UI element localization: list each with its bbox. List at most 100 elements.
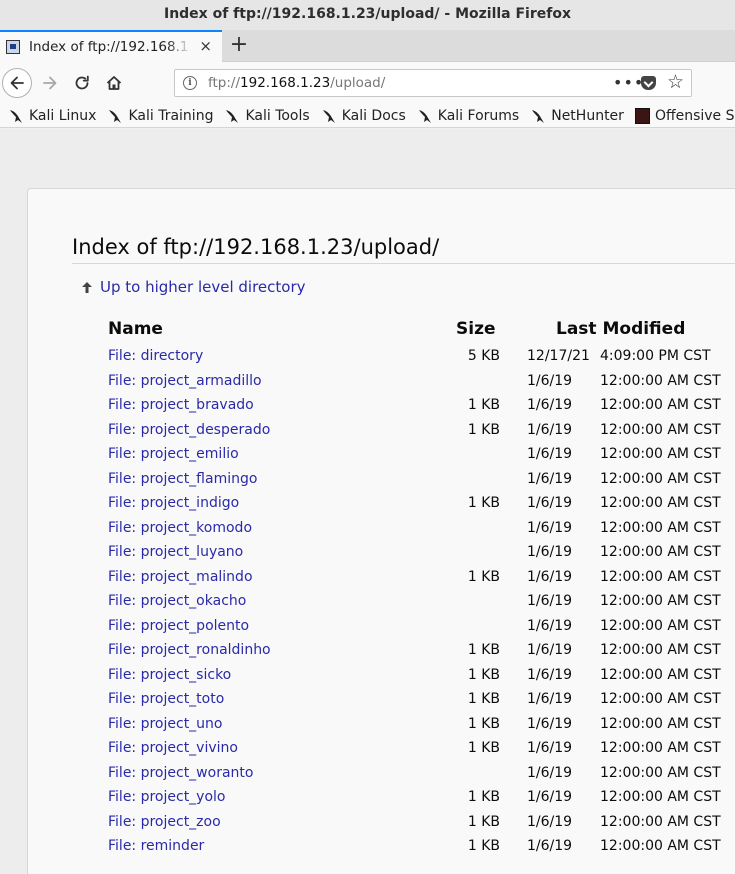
file-row: File: project_malindo 1 KB 1/6/19 12:00:00 … xyxy=(28,567,735,592)
file-date: 1/6/19 xyxy=(527,715,573,732)
page-actions-icon[interactable]: ••• xyxy=(613,73,644,92)
back-button[interactable] xyxy=(2,68,32,98)
file-link[interactable]: File: directory xyxy=(108,348,203,364)
file-date: 1/6/19 xyxy=(527,789,573,805)
file-link[interactable]: File: project_zoo xyxy=(108,814,221,830)
file-row: File: project_desperado 1 KB 1/6/19 12:00:0… xyxy=(28,420,735,445)
file-link[interactable]: File: project_yolo xyxy=(108,789,226,805)
column-header-size[interactable]: Size xyxy=(456,319,496,339)
file-row: File: project_okacho 1/6/19 12:00:00 AM CS… xyxy=(28,591,735,616)
file-size: 1 KB xyxy=(467,789,500,805)
heading-divider xyxy=(72,263,735,264)
bookmark-kali-tools[interactable]: Kali Tools xyxy=(224,108,310,124)
file-link[interactable]: File: project_armadillo xyxy=(108,373,262,389)
up-arrow-icon xyxy=(82,281,92,293)
bookmarks-toolbar: Kali Linux Kali Training Kali Tools Kali… xyxy=(0,104,735,128)
file-link[interactable]: File: project_desperado xyxy=(108,422,270,438)
directory-listing-card: Index of ftp://192.168.1.23/upload/ Up t… xyxy=(27,188,735,874)
forward-button[interactable] xyxy=(35,68,65,98)
file-size: 1 KB xyxy=(467,666,500,683)
file-time: 12:00:00 AM CST xyxy=(600,789,721,805)
file-row: File: project_woranto 1/6/19 12:00:00 AM C… xyxy=(28,763,735,788)
file-row: File: project_armadillo 1/6/19 12:00:00 AM… xyxy=(28,371,735,396)
window-title: Index of ftp://192.168.1.23/upload/ - Mo… xyxy=(0,0,735,30)
tab-ftp-upload[interactable]: Index of ftp://192.168.1.23/upload/ × xyxy=(0,30,222,62)
file-size: 1 KB xyxy=(467,421,500,438)
file-time: 12:00:00 AM CST xyxy=(600,666,721,683)
file-row: File: project_sicko 1 KB 1/6/19 12:00:00 AM… xyxy=(28,665,735,690)
file-link[interactable]: File: project_emilio xyxy=(108,446,239,462)
new-tab-button[interactable]: + xyxy=(228,31,250,61)
file-time: 12:00:00 AM CST xyxy=(600,519,721,536)
bookmark-kali-linux[interactable]: Kali Linux xyxy=(8,108,96,124)
file-row: File: project_luyano 1/6/19 12:00:00 AM CS… xyxy=(28,542,735,567)
file-time: 12:00:00 AM CST xyxy=(600,617,721,634)
file-link[interactable]: File: reminder xyxy=(108,838,204,854)
bookmark-kali-training[interactable]: Kali Training xyxy=(107,108,213,124)
url-text[interactable]: ftp://192.168.1.23/upload/ xyxy=(208,75,385,91)
reload-icon xyxy=(75,75,89,90)
file-link[interactable]: File: project_indigo xyxy=(108,495,239,511)
file-size: 1 KB xyxy=(467,642,500,658)
file-date: 1/6/19 xyxy=(527,740,573,756)
file-size: 1 KB xyxy=(467,397,500,413)
bookmark-offensive-security[interactable]: Offensive Security xyxy=(634,107,735,124)
file-link[interactable]: File: project_ronaldinho xyxy=(108,642,271,658)
file-size: 1 KB xyxy=(467,495,500,511)
file-row: File: directory 5 KB 12/17/21 4:09:00 PM CS… xyxy=(28,346,735,371)
file-time: 12:00:00 AM CST xyxy=(600,372,721,389)
file-time: 12:00:00 AM CST xyxy=(600,593,721,609)
file-date: 12/17/21 xyxy=(527,348,590,364)
file-size: 1 KB xyxy=(467,813,500,830)
url-bar[interactable]: i ftp://192.168.1.23/upload/ ••• ☆ xyxy=(174,69,692,97)
file-date: 1/6/19 xyxy=(527,470,573,487)
file-row: File: project_polento 1/6/19 12:00:00 AM C… xyxy=(28,616,735,641)
file-link[interactable]: File: project_sicko xyxy=(108,667,231,683)
file-link[interactable]: File: project_woranto xyxy=(108,765,253,781)
file-link[interactable]: File: project_toto xyxy=(108,691,224,707)
file-link[interactable]: File: project_flamingo xyxy=(108,471,257,487)
home-button[interactable] xyxy=(99,68,129,98)
site-info-icon[interactable]: i xyxy=(183,76,197,90)
pocket-icon[interactable] xyxy=(641,76,656,90)
file-time: 12:00:00 AM CST xyxy=(600,838,721,854)
bookmark-nethunter[interactable]: NetHunter xyxy=(530,108,624,124)
file-link[interactable]: File: project_uno xyxy=(108,716,223,732)
kali-dragon-icon xyxy=(418,109,431,123)
file-date: 1/6/19 xyxy=(527,691,573,707)
file-row: File: project_ronaldinho 1 KB 1/6/19 12:00:… xyxy=(28,640,735,665)
navigation-toolbar: i ftp://192.168.1.23/upload/ ••• ☆ xyxy=(0,62,735,104)
up-directory-link[interactable]: Up to higher level directory xyxy=(82,278,306,296)
file-time: 12:00:00 AM CST xyxy=(600,740,721,756)
file-link[interactable]: File: project_bravado xyxy=(108,397,254,413)
bookmark-kali-docs[interactable]: Kali Docs xyxy=(321,108,406,124)
file-link[interactable]: File: project_komodo xyxy=(108,520,252,536)
file-row: File: project_flamingo 1/6/19 12:00:00 AM … xyxy=(28,469,735,494)
close-tab-icon[interactable]: × xyxy=(199,37,212,55)
file-link[interactable]: File: project_vivino xyxy=(108,740,238,756)
file-time: 12:00:00 AM CST xyxy=(600,470,721,487)
file-link[interactable]: File: project_luyano xyxy=(108,544,243,560)
file-time: 12:00:00 AM CST xyxy=(600,813,721,830)
file-link[interactable]: File: project_okacho xyxy=(108,593,246,609)
file-row: File: project_yolo 1 KB 1/6/19 12:00:00 AM … xyxy=(28,787,735,812)
file-date: 1/6/19 xyxy=(527,372,573,389)
column-header-last-modified[interactable]: Last Modified xyxy=(556,319,685,339)
file-time: 12:00:00 AM CST xyxy=(600,691,721,707)
file-row: File: project_bravado 1 KB 1/6/19 12:00:00 … xyxy=(28,395,735,420)
file-date: 1/6/19 xyxy=(527,666,573,683)
column-header-name[interactable]: Name xyxy=(108,319,163,339)
file-time: 12:00:00 AM CST xyxy=(600,495,721,511)
file-time: 12:00:00 AM CST xyxy=(600,715,721,732)
file-time: 4:09:00 PM CST xyxy=(600,348,711,364)
file-link[interactable]: File: project_malindo xyxy=(108,569,253,585)
file-size: 1 KB xyxy=(467,691,500,707)
bookmark-kali-forums[interactable]: Kali Forums xyxy=(417,108,519,124)
bookmark-star-icon[interactable]: ☆ xyxy=(667,71,684,93)
file-date: 1/6/19 xyxy=(527,838,573,854)
file-date: 1/6/19 xyxy=(527,642,573,658)
file-date: 1/6/19 xyxy=(527,421,573,438)
reload-button[interactable] xyxy=(67,68,97,98)
file-link[interactable]: File: project_polento xyxy=(108,618,249,634)
file-row: File: project_komodo 1/6/19 12:00:00 AM CS… xyxy=(28,518,735,543)
